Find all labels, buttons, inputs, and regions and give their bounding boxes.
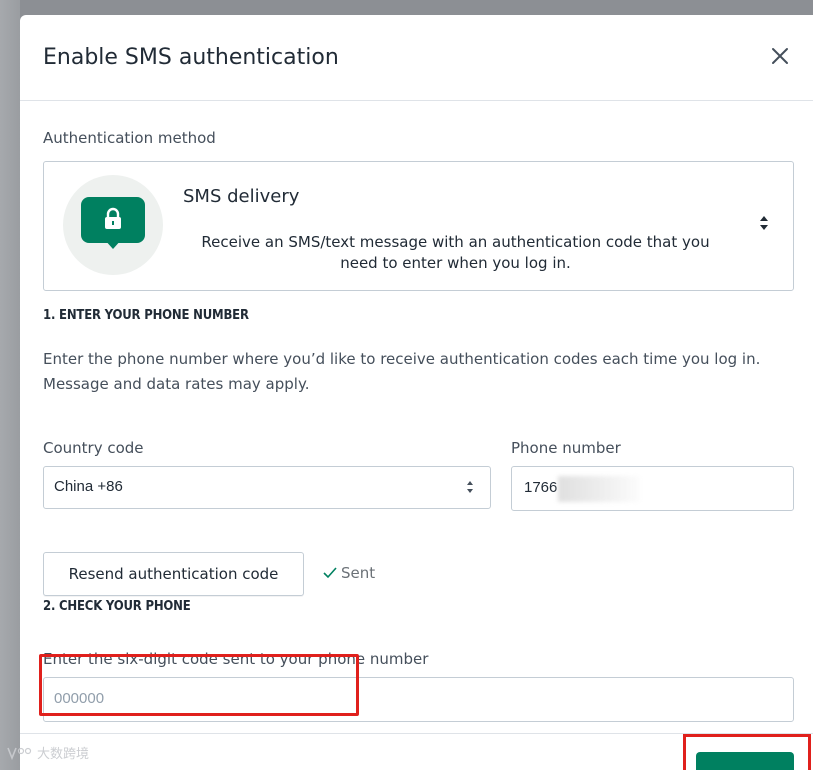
country-code-value: China +86 — [54, 478, 123, 495]
phone-number-label: Phone number — [511, 439, 621, 457]
lock-message-icon — [63, 175, 163, 275]
redaction-blur — [558, 476, 640, 502]
close-icon — [772, 48, 788, 64]
watermark-logo-icon — [7, 747, 32, 760]
verification-code-input[interactable]: 000000 — [43, 677, 794, 722]
sent-label: Sent — [341, 564, 376, 582]
lock-icon — [105, 207, 121, 229]
modal-title: Enable SMS authentication — [43, 45, 339, 70]
method-select[interactable]: SMS delivery Receive an SMS/text message… — [43, 161, 794, 291]
step1-instructions: Enter the phone number where you’d like … — [43, 350, 761, 393]
sms-auth-modal: Enable SMS authentication Authentication… — [20, 15, 813, 770]
step1-heading: 1. ENTER YOUR PHONE NUMBER — [43, 308, 249, 323]
method-description: Receive an SMS/text message with an auth… — [201, 233, 710, 272]
country-code-label: Country code — [43, 439, 144, 457]
phone-number-value: 1766 — [524, 479, 558, 496]
verify-button[interactable] — [696, 752, 794, 770]
modal-header: Enable SMS authentication — [20, 15, 813, 101]
watermark-text: 大数跨境 — [37, 747, 90, 762]
country-code-select[interactable]: China +86 — [43, 466, 491, 509]
phone-number-input[interactable]: 1766 — [511, 466, 794, 511]
step2-heading: 2. CHECK YOUR PHONE — [43, 599, 191, 614]
check-icon — [323, 567, 337, 579]
watermark: 大数跨境 — [6, 743, 89, 762]
code-label: Enter the six-digit code sent to your ph… — [43, 650, 429, 668]
sent-status: Sent — [323, 564, 375, 582]
select-arrows-icon — [760, 216, 768, 230]
close-button[interactable] — [765, 41, 795, 71]
select-arrows-icon — [467, 481, 473, 493]
code-placeholder: 000000 — [54, 690, 105, 707]
resend-code-button[interactable]: Resend authentication code — [43, 552, 304, 596]
method-label: Authentication method — [43, 129, 216, 147]
backdrop — [0, 0, 20, 770]
modal-footer-divider — [20, 733, 813, 734]
method-name: SMS delivery — [183, 186, 300, 207]
